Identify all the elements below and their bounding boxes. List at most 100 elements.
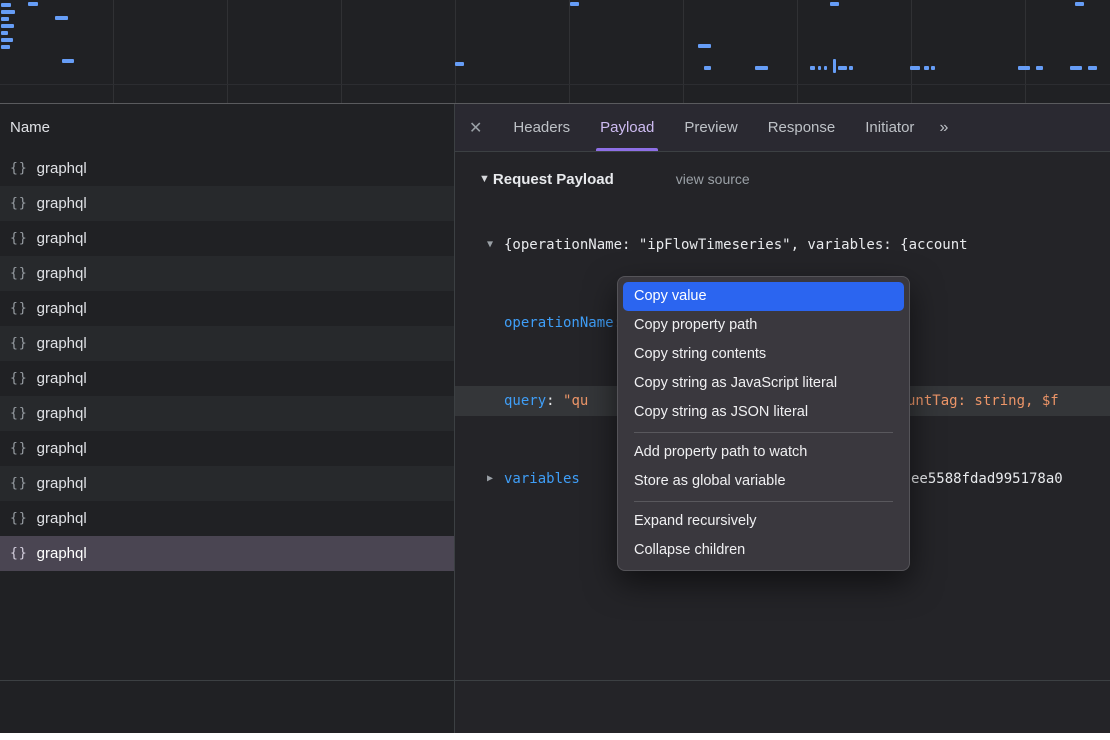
tab-preview[interactable]: Preview [669,104,752,151]
request-list: {} graphql {} graphql {} graphql {} graphql {} gr… [0,151,454,571]
page-below-devtools [0,733,1110,740]
tab-headers[interactable]: Headers [498,104,585,151]
request-name-label: graphql [37,335,87,352]
menu-item-collapse-children[interactable]: Collapse children [623,536,904,565]
json-braces-icon: {} [10,476,28,491]
network-request-row[interactable]: {} graphql [0,291,454,326]
timeline-activity-bar [910,66,920,70]
timeline-activity-bar [570,2,579,6]
json-braces-icon: {} [10,511,28,526]
devtools-window: Name {}graphql{}graphql{}graphql{}graphq… [0,0,1110,740]
network-request-row[interactable]: {} graphql [0,466,454,501]
request-name-label: graphql [37,195,87,212]
detail-tabs-bar: ✕ HeadersPayloadPreviewResponseInitiator… [455,104,1110,152]
request-name-label: graphql [37,510,87,527]
json-braces-icon: {} [10,406,28,421]
network-request-row[interactable]: {} graphql [0,256,454,291]
timeline-activity-bar [1,17,9,21]
view-source-link[interactable]: view source [676,171,750,187]
timeline-activity-bar [830,2,839,6]
json-braces-icon: {} [10,231,28,246]
detail-tabs: HeadersPayloadPreviewResponseInitiator [498,104,929,151]
request-name-label: graphql [37,230,87,247]
collapsed-triangle-icon[interactable]: ▶ [487,464,493,494]
timeline-activity-bar [824,66,827,70]
tab-initiator[interactable]: Initiator [850,104,929,151]
network-overview-timeline[interactable] [0,0,1110,104]
context-menu: Copy valueCopy property pathCopy string … [617,276,910,571]
menu-item-copy-property-path[interactable]: Copy property path [623,311,904,340]
timeline-activity-bar [1,10,15,14]
json-braces-icon: {} [10,301,28,316]
network-request-row[interactable]: {} graphql [0,221,454,256]
timeline-activity-bar [1018,66,1030,70]
request-name-label: graphql [37,265,87,282]
property-preview-end: ee5588fdad995178a0 [911,464,1063,494]
close-icon[interactable]: ✕ [469,118,482,138]
requests-panel: Name {}graphql{}graphql{}graphql{}graphq… [0,104,455,740]
timeline-activity-bar [698,44,711,48]
json-braces-icon: {} [10,336,28,351]
expanded-triangle-icon[interactable]: ▼ [487,230,493,260]
request-name-label: graphql [37,475,87,492]
network-request-row[interactable]: {} graphql [0,501,454,536]
timeline-activity-bar [1,45,10,49]
network-request-row[interactable]: {}graphql [0,186,454,221]
timeline-activity-bar [1,24,14,28]
menu-item-expand-recursively[interactable]: Expand recursively [623,507,904,536]
json-braces-icon: {} [10,371,28,386]
timeline-activity-bar [455,62,464,66]
colon-separator: : [546,393,563,409]
request-payload-title[interactable]: Request Payload [493,171,614,188]
timeline-activity-bar [1036,66,1043,70]
request-name-label: graphql [37,160,87,177]
timeline-activity-bar [1,3,11,7]
payload-root-row[interactable]: ▼ {operationName: "ipFlowTimeseries", var… [455,230,1110,260]
json-braces-icon: {} [10,266,28,281]
json-braces-icon: {} [10,441,28,456]
timeline-activity-bar [810,66,815,70]
timeline-activity-bar [1070,66,1082,70]
name-column-header[interactable]: Name [0,104,454,151]
menu-item-copy-string-contents[interactable]: Copy string contents [623,340,904,369]
json-braces-icon: {} [10,161,28,176]
menu-item-copy-value[interactable]: Copy value [623,282,904,311]
network-request-row[interactable]: {} graphql [0,361,454,396]
request-name-label: graphql [37,440,87,457]
network-request-row[interactable]: {} graphql [0,396,454,431]
network-request-row[interactable]: {} graphql [0,431,454,466]
menu-item-copy-string-as-json-literal[interactable]: Copy string as JSON literal [623,398,904,427]
network-request-row[interactable]: {} graphql [0,326,454,361]
request-name-label: graphql [37,405,87,422]
timeline-activity-bar [55,16,68,20]
object-preview-text: {operationName: "ipFlowTimeseries", vari… [504,237,968,253]
request-name-label: graphql [37,545,87,562]
network-request-row[interactable]: {} graphql [0,151,454,186]
network-request-row[interactable]: {} graphql [0,536,454,571]
timeline-activity-bar [924,66,929,70]
timeline-activity-bar [833,59,836,73]
menu-item-copy-string-as-javascript-literal[interactable]: Copy string as JavaScript literal [623,369,904,398]
timeline-activity-bar [1,38,13,42]
property-key: operationName [504,315,614,331]
request-name-label: graphql [37,370,87,387]
menu-separator [634,501,893,502]
property-value-start: "qu [563,393,588,409]
status-bar-divider [0,680,1110,681]
timeline-activity-bar [838,66,847,70]
overview-bars [0,0,1110,103]
menu-item-add-property-path-to-watch[interactable]: Add property path to watch [623,438,904,467]
menu-item-store-as-global-variable[interactable]: Store as global variable [623,467,904,496]
tab-response[interactable]: Response [753,104,851,151]
property-value-end: untTag: string, $f [907,386,1059,416]
timeline-activity-bar [1075,2,1084,6]
timeline-activity-bar [849,66,853,70]
disclosure-triangle-icon[interactable]: ▼ [479,173,490,185]
more-tabs-icon[interactable]: » [939,119,948,137]
timeline-activity-bar [755,66,768,70]
request-name-label: graphql [37,300,87,317]
timeline-activity-bar [62,59,74,63]
json-braces-icon: {} [10,546,28,561]
tab-payload[interactable]: Payload [585,104,669,151]
property-key: query [504,393,546,409]
